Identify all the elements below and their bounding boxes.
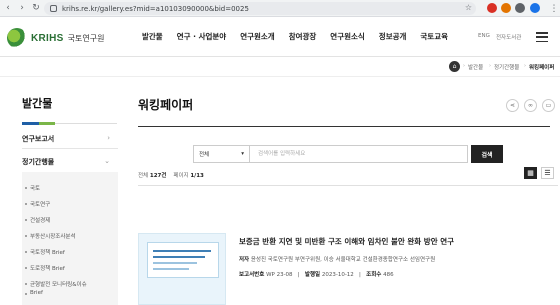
link-icon[interactable]: ∞	[524, 99, 537, 112]
sidebar-item-label: 정기간행물	[22, 158, 55, 166]
krihs-logo-mark-icon	[7, 28, 27, 48]
logo-text-ko: 국토연구원	[67, 33, 105, 43]
total-count: 127건	[149, 173, 167, 179]
print-icon[interactable]: ▭	[542, 99, 555, 112]
cover-text-line	[153, 256, 205, 258]
forward-icon[interactable]: ›	[16, 2, 28, 14]
hamburger-menu-icon[interactable]	[536, 32, 548, 42]
extension-icon[interactable]	[487, 3, 497, 13]
cover-text-line	[153, 262, 197, 264]
grid-view-icon[interactable]: ▦	[524, 167, 537, 179]
sidebar-subitem-continued[interactable]: Brief	[25, 290, 43, 296]
page-label: 페이지	[173, 173, 189, 179]
publication-title-link[interactable]: 보증금 반환 지연 및 미반환 구조 이해와 임차인 불안 완화 방안 연구	[239, 236, 454, 247]
divider	[138, 185, 558, 186]
search-form: 전체 ▾	[193, 145, 468, 163]
main-nav: 발간물 연구 · 사업분야 연구원소개 참여광장 연구원소식 정보공개 국토교육	[142, 31, 462, 42]
sidebar-title: 발간물	[22, 97, 53, 110]
chevron-right-icon: ›	[107, 134, 110, 142]
date-value: 2023-10-12	[321, 272, 354, 278]
chevron-down-icon: ⌄	[104, 157, 110, 165]
search-scope-select[interactable]: 전체 ▾	[194, 146, 250, 162]
logo-text-en: KRIHS	[31, 32, 64, 44]
site-header: KRIHS 국토연구원 발간물 연구 · 사업분야 연구원소개 참여광장 연구원…	[0, 17, 560, 57]
views-value: 486	[383, 272, 394, 278]
cover-title-box	[147, 242, 219, 278]
site-logo[interactable]: KRIHS 국토연구원	[7, 28, 104, 48]
chevron-right-icon: ›	[463, 63, 465, 69]
sidebar-subitem[interactable]: 부동산시장조사분석	[25, 232, 76, 240]
list-view-icon[interactable]: ☰	[541, 167, 554, 179]
sidebar-subitem[interactable]: 국토	[24, 184, 40, 192]
sidebar-subitem[interactable]: 건설경제	[24, 216, 50, 224]
sidebar-subitem[interactable]: 국토정책 Brief	[25, 248, 65, 256]
extensions-puzzle-icon[interactable]	[515, 3, 525, 13]
nav-item-disclosure[interactable]: 정보공개	[379, 31, 407, 42]
share-icon[interactable]: ⋖	[506, 99, 519, 112]
publication-meta: 보고서번호 WP 23-08 | 발행일 2023-10-12 | 조회수 48…	[239, 272, 394, 278]
report-no-value: WP 23-08	[266, 272, 293, 278]
sidebar-accent-bar	[39, 122, 55, 125]
url-text: krihs.re.kr/gallery.es?mid=a10103090000&…	[62, 4, 249, 13]
sidebar-item-research-reports[interactable]: 연구보고서 ›	[22, 134, 118, 144]
back-icon[interactable]: ‹	[2, 2, 14, 14]
nav-item-participation[interactable]: 참여광장	[289, 31, 317, 42]
cover-text-line	[153, 268, 189, 270]
author-value: 윤성진 국토연구원 부연구위원, 이승 서울대학교 건설환경종합연구소 선임연구…	[250, 257, 436, 263]
nav-item-education[interactable]: 국토교육	[420, 31, 448, 42]
nav-item-about[interactable]: 연구원소개	[240, 31, 275, 42]
reload-icon[interactable]: ↻	[30, 2, 42, 14]
chevron-right-icon: ›	[489, 63, 491, 69]
bookmark-star-icon[interactable]: ☆	[465, 3, 472, 12]
author-label: 저자	[239, 257, 250, 263]
publication-thumbnail[interactable]	[138, 233, 226, 305]
profile-avatar[interactable]	[530, 3, 540, 13]
nav-item-news[interactable]: 연구원소식	[330, 31, 365, 42]
divider	[22, 148, 118, 149]
page-title: 워킹페이퍼	[138, 98, 194, 112]
publication-author: 저자 윤성진 국토연구원 부연구위원, 이승 서울대학교 건설환경종합연구소 선…	[239, 255, 435, 263]
divider	[138, 126, 550, 127]
sidebar-subitem[interactable]: 도로정책 Brief	[25, 264, 65, 272]
home-icon[interactable]: ⌂	[449, 61, 460, 72]
sidebar-accent-bar	[22, 122, 39, 125]
divider	[55, 123, 117, 124]
sidebar-subitem[interactable]: 균형발전 모니터링&이슈	[25, 280, 87, 288]
breadcrumb: ⌂ › 발간물 › 정기간행물 › 워킹페이퍼	[0, 57, 560, 77]
sidebar-item-periodicals[interactable]: 정기간행물 ⌄	[22, 157, 118, 167]
nav-item-research[interactable]: 연구 · 사업분야	[177, 31, 226, 42]
search-button[interactable]: 검색	[471, 145, 503, 163]
nav-item-publications[interactable]: 발간물	[142, 31, 163, 42]
browser-menu-icon[interactable]: ⋮	[548, 3, 560, 15]
site-info-icon[interactable]	[50, 5, 57, 12]
search-input[interactable]	[250, 146, 467, 162]
sidebar-subitem[interactable]: 국토연구	[24, 200, 50, 208]
date-label: 발행일	[304, 272, 321, 278]
extension-icon[interactable]	[501, 3, 511, 13]
search-scope-value: 전체	[199, 152, 210, 158]
address-bar[interactable]: krihs.re.kr/gallery.es?mid=a10103090000&…	[44, 2, 476, 15]
library-link[interactable]: 전자도서관	[496, 33, 521, 41]
chevron-down-icon: ▾	[241, 151, 244, 157]
breadcrumb-item[interactable]: 정기간행물	[494, 63, 519, 71]
views-label: 조회수	[366, 272, 382, 278]
sidebar-item-label: 연구보고서	[22, 135, 55, 143]
chevron-right-icon: ›	[524, 63, 526, 69]
browser-toolbar: ‹ › ↻ krihs.re.kr/gallery.es?mid=a101030…	[0, 0, 560, 17]
language-link[interactable]: ENG	[478, 33, 490, 39]
cover-text-line	[153, 250, 211, 252]
page-indicator: 1/13	[190, 173, 204, 179]
total-label: 전체	[138, 173, 149, 179]
breadcrumb-current: 워킹페이퍼	[529, 65, 555, 71]
breadcrumb-item[interactable]: 발간물	[468, 63, 483, 71]
result-count: 전체 127건 페이지 1/13	[138, 171, 204, 179]
report-no-label: 보고서번호	[239, 272, 265, 278]
